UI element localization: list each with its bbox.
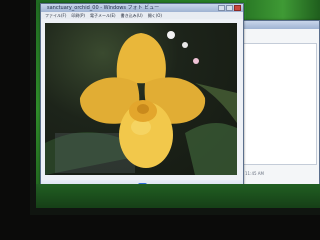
photo-of-monitor: 11:45 AM sanctuary_orchid_00 - Windows フ… [0, 0, 320, 240]
photo-viewer-menubar: ファイル(F) 印刷(P) 電子メール(E) 書き込み(U) 開く(O) [41, 12, 243, 19]
photo-viewer-titlebar[interactable]: sanctuary_orchid_00 - Windows フォト ビュー [41, 4, 243, 12]
background-window-content [233, 43, 317, 165]
menu-open[interactable]: 開く(O) [148, 12, 162, 19]
background-window-titlebar[interactable] [231, 21, 319, 29]
menu-file[interactable]: ファイル(F) [45, 12, 66, 19]
taskbar [36, 184, 320, 208]
minimize-button[interactable] [218, 5, 225, 11]
menu-burn[interactable]: 書き込み(U) [121, 12, 143, 19]
menu-print[interactable]: 印刷(P) [71, 12, 85, 19]
menu-email[interactable]: 電子メール(E) [90, 12, 116, 19]
window-controls [218, 5, 241, 11]
orchid-illustration [45, 31, 237, 175]
background-window-timestamp: 11:45 AM [245, 171, 264, 176]
close-button[interactable] [234, 5, 241, 11]
photo-viewer-window[interactable]: sanctuary_orchid_00 - Windows フォト ビュー ファ… [40, 3, 244, 195]
orchid-photo [45, 23, 237, 175]
photo-viewer-title: sanctuary_orchid_00 - Windows フォト ビュー [47, 5, 160, 11]
maximize-button[interactable] [226, 5, 233, 11]
wallpaper-grass [246, 0, 320, 20]
